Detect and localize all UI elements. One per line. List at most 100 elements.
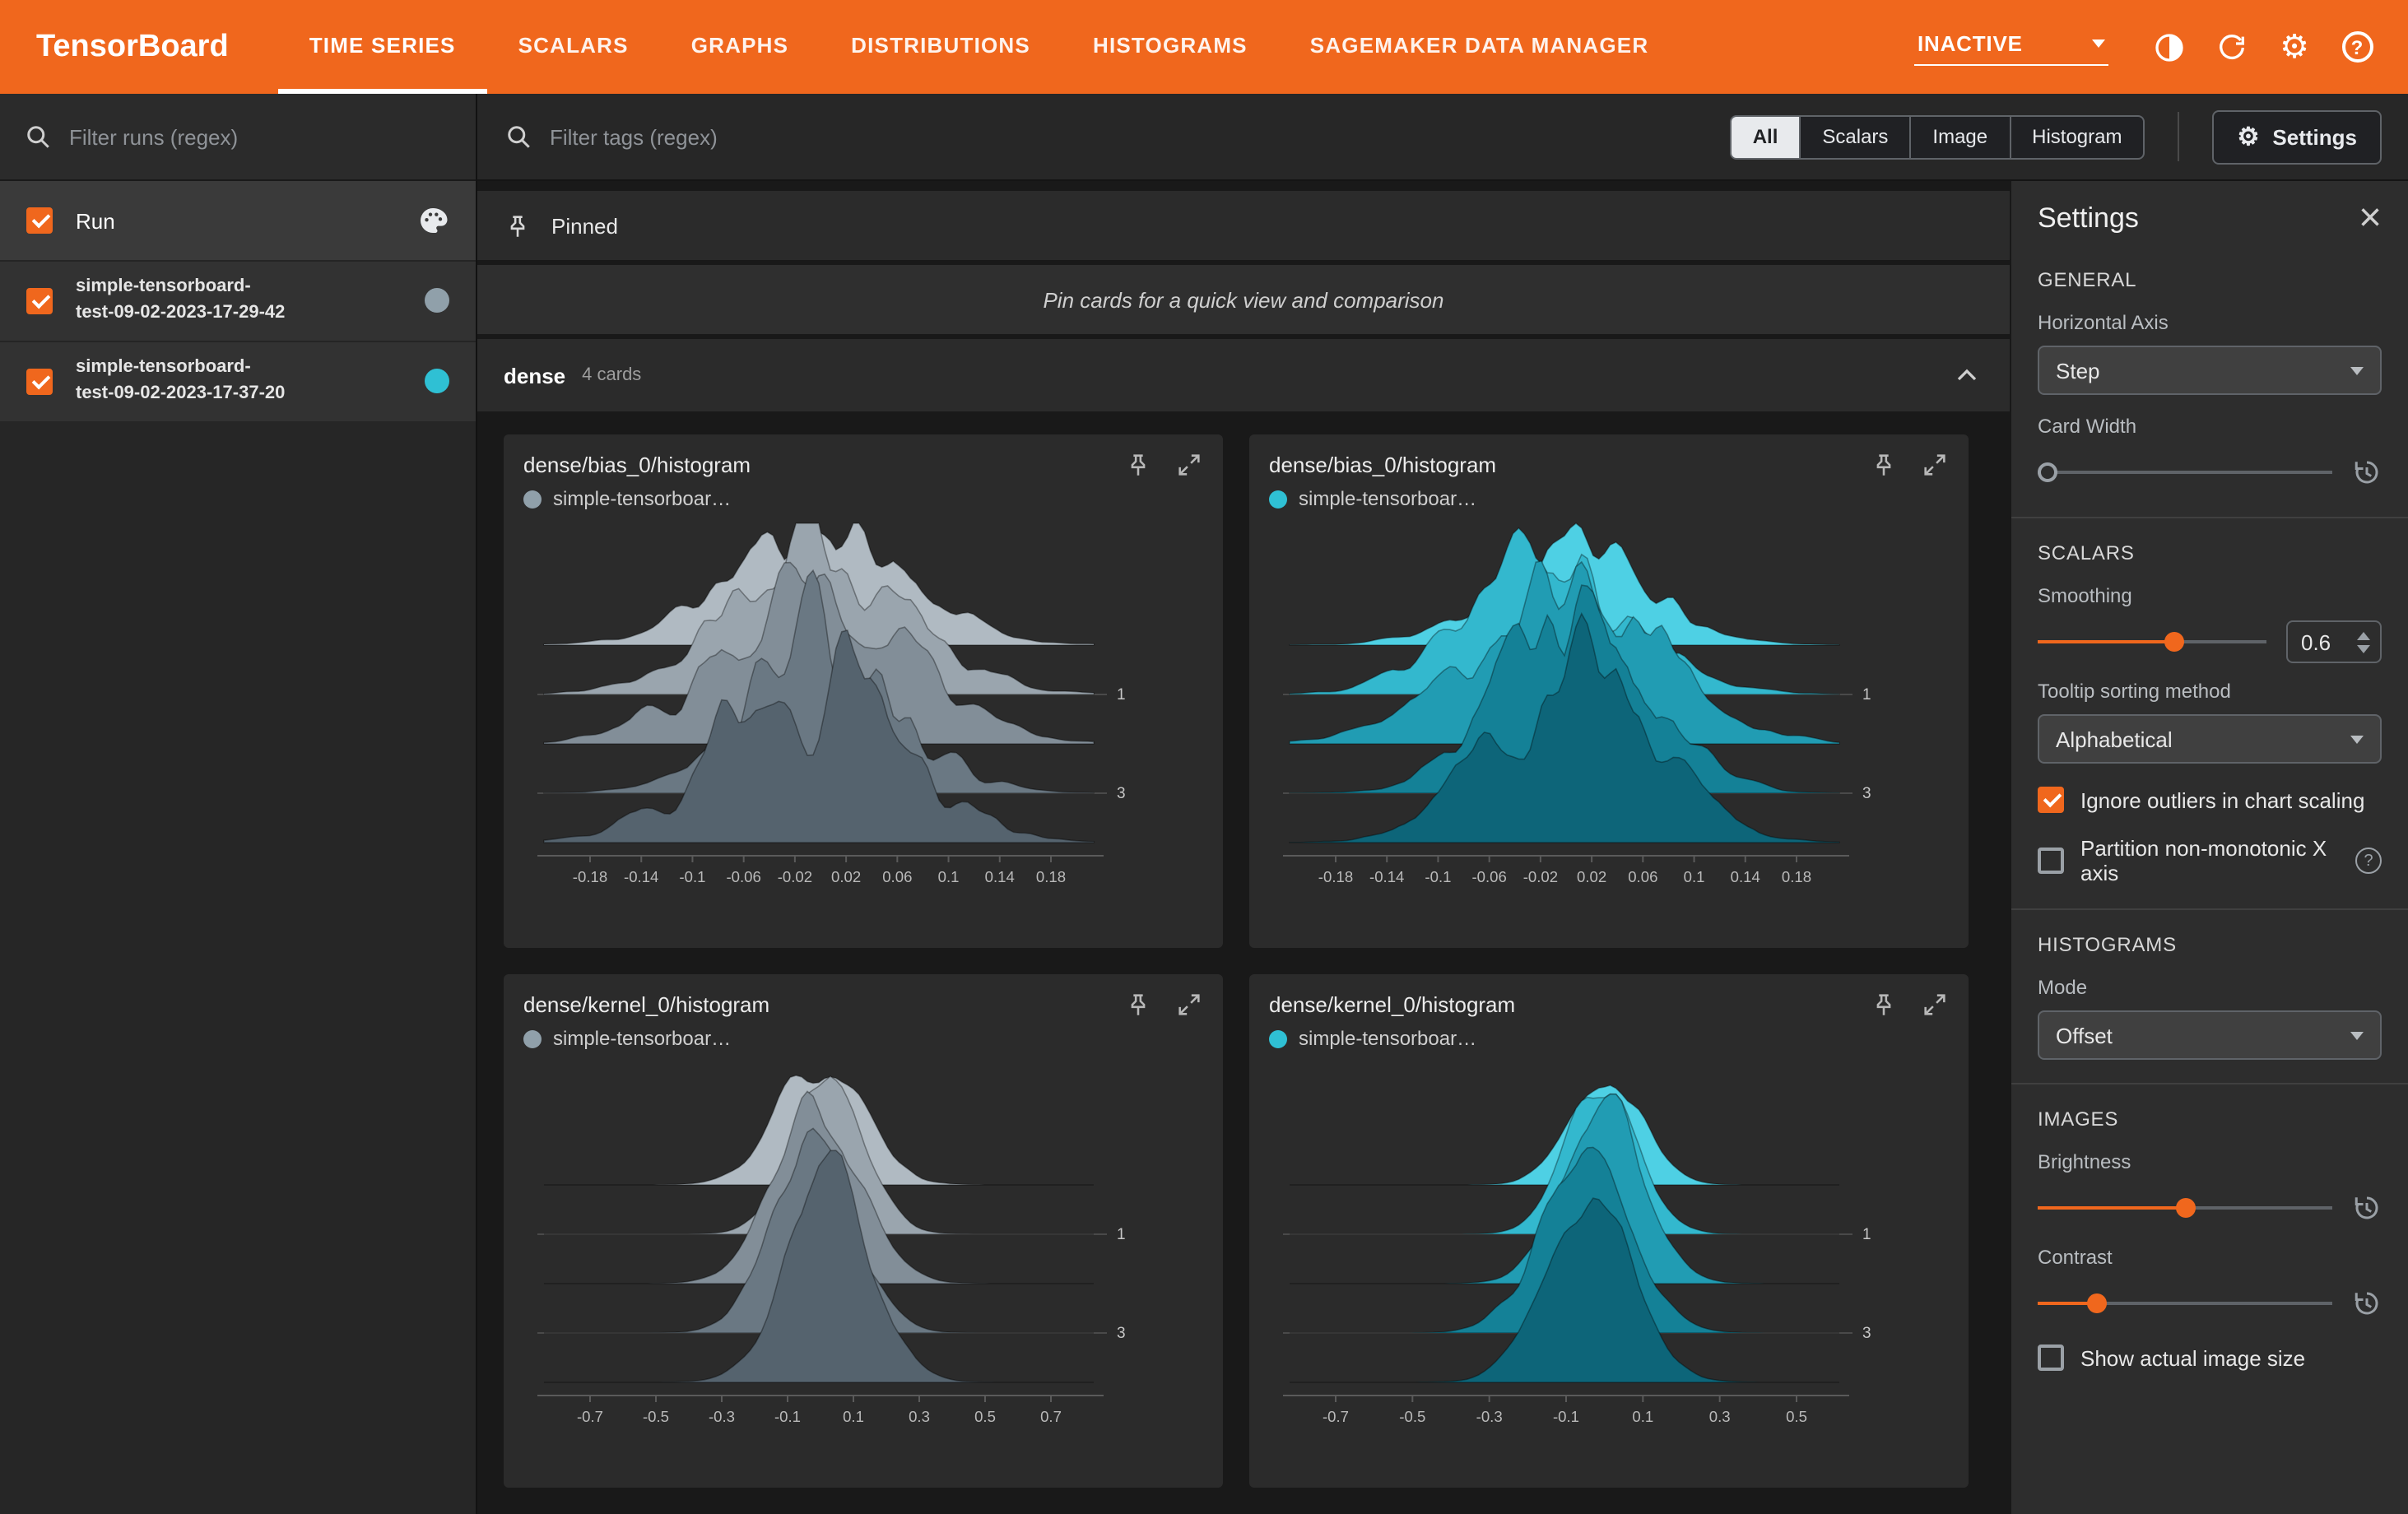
svg-text:-0.3: -0.3: [709, 1408, 735, 1425]
svg-text:0.1: 0.1: [938, 868, 960, 885]
smoothing-label: Smoothing: [2038, 584, 2132, 607]
run-checkbox[interactable]: [26, 287, 53, 314]
fullscreen-button[interactable]: [1175, 451, 1203, 479]
svg-text:1: 1: [1117, 1226, 1126, 1243]
chip-all[interactable]: All: [1729, 114, 1801, 159]
stepper-buttons[interactable]: [2357, 631, 2380, 653]
slider-thumb[interactable]: [2175, 1198, 2195, 1218]
help-icon[interactable]: ?: [2355, 848, 2382, 874]
run-item[interactable]: simple-tensorboard- test-09-02-2023-17-3…: [0, 340, 476, 421]
collapse-section-icon[interactable]: [1950, 359, 1983, 392]
runs-filter: [0, 94, 476, 181]
partition-x-axis-checkbox[interactable]: [2038, 848, 2064, 874]
step-down-icon[interactable]: [2357, 644, 2370, 653]
histogram-chart[interactable]: 1 3 -0.7 -0.5 -0.3 -0.1 0.1 0.3 0.5: [1269, 1053, 1949, 1448]
partition-x-axis-row[interactable]: Partition non-monotonic X axis ?: [2038, 836, 2382, 885]
show-actual-size-row[interactable]: Show actual image size: [2038, 1344, 2382, 1371]
run-item[interactable]: simple-tensorboard- test-09-02-2023-17-2…: [0, 260, 476, 341]
histogram-mode-select[interactable]: Offset: [2038, 1010, 2382, 1060]
runs-header-row[interactable]: Run: [0, 181, 476, 260]
tooltip-sorting-select[interactable]: Alphabetical: [2038, 714, 2382, 764]
card-title: dense/bias_0/histogram: [1269, 453, 1497, 477]
svg-text:3: 3: [1117, 1325, 1126, 1342]
pin-card-button[interactable]: [1124, 991, 1152, 1019]
svg-text:0.18: 0.18: [1782, 868, 1811, 885]
restore-icon[interactable]: [2352, 457, 2382, 487]
tab-histograms[interactable]: HISTOGRAMS: [1062, 0, 1279, 94]
fullscreen-button[interactable]: [1921, 991, 1949, 1019]
sidebar-empty-area: [0, 420, 476, 1514]
svg-text:3: 3: [1117, 785, 1126, 802]
svg-text:-0.1: -0.1: [1425, 868, 1451, 885]
svg-text:-0.3: -0.3: [1476, 1408, 1503, 1425]
histogram-chart[interactable]: 1 3 -0.7 -0.5 -0.3 -0.1 0.1 0.3 0.5 0.7: [523, 1053, 1203, 1448]
run-color-dot[interactable]: [425, 369, 449, 394]
gear-icon[interactable]: ⚙: [2270, 22, 2319, 72]
run-color-dot[interactable]: [425, 288, 449, 313]
restore-icon[interactable]: [2352, 1289, 2382, 1318]
run-name: simple-tensorboard- test-09-02-2023-17-2…: [76, 276, 286, 323]
section-header-dense[interactable]: dense 4 cards: [477, 339, 2010, 411]
pinned-section-header[interactable]: Pinned: [477, 191, 2010, 260]
pin-card-button[interactable]: [1870, 991, 1898, 1019]
section-heading: GENERAL: [2038, 268, 2137, 291]
chip-image[interactable]: Image: [1909, 114, 2011, 159]
card-title: dense/bias_0/histogram: [523, 453, 751, 477]
pin-card-button[interactable]: [1870, 451, 1898, 479]
close-icon[interactable]: ×: [2359, 199, 2382, 239]
run-color-dot: [523, 1029, 542, 1047]
svg-text:-0.7: -0.7: [577, 1408, 603, 1425]
pin-card-button[interactable]: [1124, 451, 1152, 479]
histogram-card: dense/kernel_0/histogram simple-tensorbo…: [504, 974, 1223, 1488]
svg-text:0.06: 0.06: [882, 868, 912, 885]
tab-time-series[interactable]: TIME SERIES: [277, 0, 487, 94]
chip-histogram[interactable]: Histogram: [2009, 114, 2145, 159]
slider-thumb[interactable]: [2038, 462, 2057, 482]
help-icon[interactable]: ?: [2332, 22, 2382, 72]
pinned-empty-message: Pin cards for a quick view and compariso…: [477, 265, 2010, 334]
tab-scalars[interactable]: SCALARS: [487, 0, 660, 94]
refresh-icon[interactable]: [2207, 22, 2257, 72]
chip-scalars[interactable]: Scalars: [1799, 114, 1912, 159]
run-checkbox[interactable]: [26, 368, 53, 395]
theme-toggle-icon[interactable]: [2145, 22, 2194, 72]
contrast-label: Contrast: [2038, 1246, 2113, 1269]
section-name: dense: [504, 363, 566, 388]
histogram-chart[interactable]: 1 3 -0.18 -0.14 -0.1 -0.06 -0.02 0.02 0.06 0.1 0.1…: [1269, 513, 1949, 908]
svg-text:1: 1: [1862, 1226, 1871, 1243]
status-dropdown[interactable]: INACTIVE: [1914, 28, 2108, 66]
tab-distributions[interactable]: DISTRIBUTIONS: [820, 0, 1062, 94]
tab-graphs[interactable]: GRAPHS: [660, 0, 820, 94]
step-up-icon[interactable]: [2357, 631, 2370, 639]
runs-filter-input[interactable]: [69, 124, 453, 149]
restore-icon[interactable]: [2352, 1193, 2382, 1223]
smoothing-slider[interactable]: [2038, 630, 2266, 653]
select-all-runs-checkbox[interactable]: [26, 207, 53, 234]
histogram-chart[interactable]: 1 3 -0.18 -0.14 -0.1 -0.06 -0.02 0.02 0.06 0.1 0.1…: [523, 513, 1203, 908]
palette-icon[interactable]: [416, 204, 449, 237]
status-dropdown-value: INACTIVE: [1918, 31, 2023, 56]
pin-icon: [504, 211, 532, 239]
show-actual-size-checkbox[interactable]: [2038, 1344, 2064, 1371]
settings-button[interactable]: ⚙ Settings: [2212, 109, 2382, 164]
settings-section-scalars: SCALARS Smoothing Tooltip sorting metho: [2011, 518, 2408, 908]
brightness-slider[interactable]: [2038, 1196, 2332, 1219]
fullscreen-button[interactable]: [1921, 451, 1949, 479]
header-actions: INACTIVE ⚙ ?: [1914, 0, 2408, 94]
ignore-outliers-checkbox[interactable]: [2038, 787, 2064, 813]
ignore-outliers-row[interactable]: Ignore outliers in chart scaling: [2038, 787, 2382, 813]
fullscreen-button[interactable]: [1175, 991, 1203, 1019]
smoothing-value-box: [2286, 620, 2382, 663]
contrast-slider[interactable]: [2038, 1292, 2332, 1315]
slider-thumb[interactable]: [2086, 1293, 2107, 1313]
histogram-cards-grid: dense/bias_0/histogram simple-tensorboar…: [477, 411, 2010, 1511]
tab-sagemaker-data-manager[interactable]: SAGEMAKER DATA MANAGER: [1279, 0, 1680, 94]
card-width-slider[interactable]: [2038, 461, 2332, 484]
smoothing-value-input[interactable]: [2288, 629, 2337, 654]
main-nav: TIME SERIES SCALARS GRAPHS DISTRIBUTIONS…: [277, 0, 1680, 94]
tags-filter-input[interactable]: [550, 124, 1713, 149]
svg-text:3: 3: [1862, 785, 1871, 802]
slider-thumb[interactable]: [2164, 632, 2185, 652]
svg-text:0.06: 0.06: [1628, 868, 1657, 885]
horizontal-axis-select[interactable]: Step: [2038, 346, 2382, 395]
